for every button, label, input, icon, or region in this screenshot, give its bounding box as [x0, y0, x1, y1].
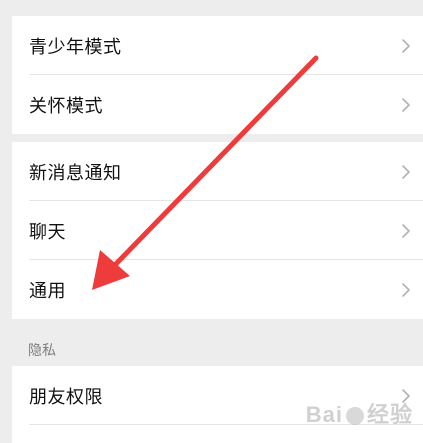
row-label: 聊天: [29, 221, 66, 243]
row-label: 通用: [29, 280, 66, 302]
row-label: 关怀模式: [29, 95, 103, 117]
row-label: 青少年模式: [29, 36, 122, 58]
watermark-logo: Bai 经验: [306, 397, 413, 429]
watermark-text-left: Bai: [305, 402, 343, 427]
settings-row-new-message-notification[interactable]: 新消息通知: [12, 142, 423, 201]
settings-row-youth-mode[interactable]: 青少年模式: [12, 16, 423, 75]
section-title-privacy: 隐私: [28, 343, 56, 359]
settings-group-general: 新消息通知 聊天 通用: [12, 142, 423, 319]
chevron-right-icon: [402, 97, 410, 112]
paw-icon: [345, 407, 364, 426]
row-label: 新消息通知: [29, 162, 122, 184]
row-label: 朋友权限: [29, 386, 103, 408]
settings-row-care-mode[interactable]: 关怀模式: [12, 75, 423, 134]
chevron-right-icon: [402, 223, 410, 238]
settings-group-modes: 青少年模式 关怀模式: [12, 16, 423, 134]
settings-row-chat[interactable]: 聊天: [12, 201, 423, 260]
chevron-right-icon: [402, 164, 410, 179]
top-gap: [0, 0, 423, 16]
chevron-right-icon: [402, 38, 410, 53]
settings-row-general[interactable]: 通用: [12, 260, 423, 319]
watermark-text-right: 经验: [366, 402, 413, 427]
chevron-right-icon: [402, 282, 410, 297]
